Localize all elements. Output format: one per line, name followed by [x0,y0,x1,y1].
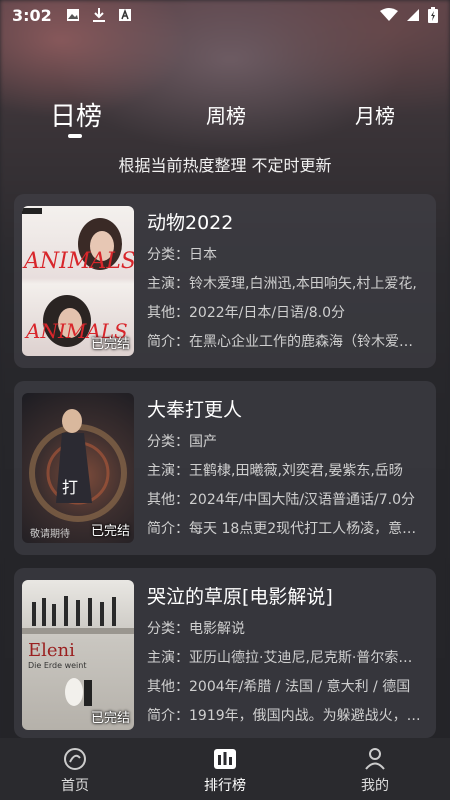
battery-icon [428,7,438,23]
svg-text:ANIMALS: ANIMALS [22,249,134,274]
svg-text:Eleni: Eleni [28,640,75,661]
tab-monthly[interactable]: 月榜 [355,100,395,129]
bottom-navigation: 首页 排行榜 我的 [0,738,450,800]
ranking-subtitle: 根据当前热度整理 不定时更新 [118,156,332,175]
nav-ranking[interactable]: 排行榜 [175,746,275,795]
poster-image: ANIMALS ANIMALS 已完结 [22,206,134,356]
signal-icon [407,9,419,21]
active-tab-indicator [68,134,82,138]
item-title: 哭泣的草原[电影解说] [147,586,333,608]
svg-text:打: 打 [62,478,78,497]
item-other: 其他：2022年/日本/日语/8.0分 [147,305,346,321]
profile-icon [365,748,385,770]
nav-home[interactable]: 首页 [25,746,125,795]
tab-weekly[interactable]: 周榜 [206,100,246,129]
status-badge: 已完结 [90,524,130,539]
item-title: 大奉打更人 [147,399,243,421]
tab-daily[interactable]: 日榜 [50,96,102,133]
item-category: 分类：电影解说 [147,621,245,637]
list-item[interactable]: Eleni Die Erde weint 已完结 哭泣的草原[电影解说] 分类：… [14,568,436,738]
list-item[interactable]: 打 敬请期待 已完结 大奉打更人 分类：国产 主演：王鹤棣,田曦薇,刘奕君,晏紫… [14,381,436,555]
item-other: 其他：2004年/希腊 / 法国 / 意大利 / 德国 [147,679,411,695]
nav-home-label: 首页 [61,778,89,794]
item-cast: 主演：铃木爱理,白洲迅,本田响矢,村上爱花, [147,276,417,292]
poster-image: 打 敬请期待 已完结 [22,393,134,543]
svg-text:敬请期待: 敬请期待 [30,527,70,540]
wifi-icon [380,8,398,21]
item-title: 动物2022 [147,212,234,234]
item-category: 分类：国产 [147,434,217,450]
item-category: 分类：日本 [147,247,217,263]
status-badge: 已完结 [90,711,130,726]
nav-ranking-label: 排行榜 [204,778,246,794]
item-cast: 主演：亚历山德拉·艾迪尼,尼克斯·普尔索尼迪 [147,650,425,666]
app-notification-icon [118,8,131,21]
status-bar: 3:02 [0,0,450,30]
poster-image: Eleni Die Erde weint 已完结 [22,580,134,730]
home-icon [64,748,86,770]
ranking-tabs: 日榜 周榜 月榜 [0,88,450,138]
status-time: 3:02 [12,5,52,25]
nav-profile-label: 我的 [361,778,389,794]
item-cast: 主演：王鹤棣,田曦薇,刘奕君,晏紫东,岳旸 [147,463,403,479]
item-intro: 简介：每天 18点更2现代打工人杨凌，意外穿越 [147,521,425,537]
gallery-icon [66,9,79,21]
item-intro: 简介：1919年，俄国内战。为躲避战火，一对 [147,708,425,724]
download-icon [92,8,105,22]
nav-profile[interactable]: 我的 [325,746,425,795]
item-intro: 简介：在黑心企业工作的鹿森海（铃木爱理） [147,334,425,350]
status-badge: 已完结 [90,337,130,352]
svg-text:Die Erde weint: Die Erde weint [28,661,87,670]
item-other: 其他：2024年/中国大陆/汉语普通话/7.0分 [147,492,416,508]
list-item[interactable]: ANIMALS ANIMALS 已完结 动物2022 分类：日本 主演：铃木爱理… [14,194,436,368]
ranking-icon [214,749,236,769]
